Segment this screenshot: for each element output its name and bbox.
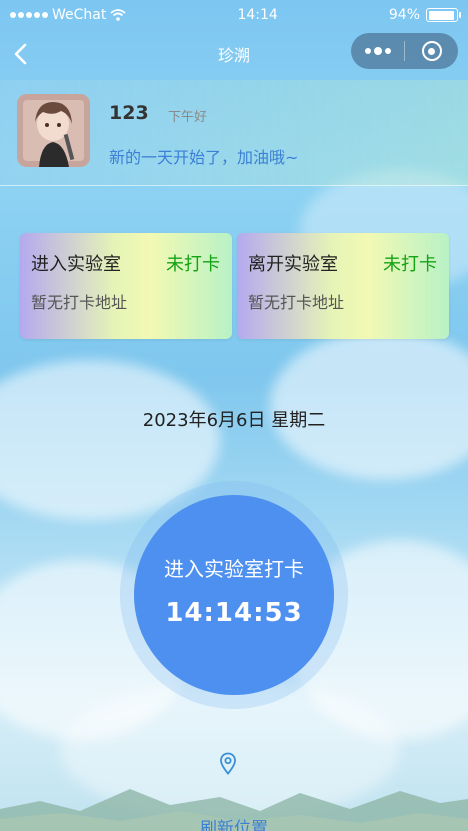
carrier-name: WeChat xyxy=(52,7,107,23)
nav-bar: 珍溯 xyxy=(0,30,468,78)
location-pin-icon[interactable] xyxy=(219,752,237,776)
punch-label: 进入实验室打卡 xyxy=(164,557,304,581)
status-time: 14:14 xyxy=(237,7,278,23)
battery-icon xyxy=(426,8,461,22)
carrier-group: WeChat xyxy=(10,7,126,23)
username: 123 xyxy=(109,102,149,124)
battery-percent: 94% xyxy=(388,7,420,23)
more-dots-icon[interactable] xyxy=(351,47,404,55)
card-address: 暂无打卡地址 xyxy=(31,293,128,312)
card-address: 暂无打卡地址 xyxy=(248,293,345,312)
signal-dots-icon xyxy=(10,12,48,18)
punch-clock: 14:14:53 xyxy=(165,598,303,628)
current-date: 2023年6月6日 星期二 xyxy=(142,410,326,431)
chevron-left-icon[interactable] xyxy=(10,42,32,66)
card-title: 进入实验室 xyxy=(31,254,121,275)
punch-in-button[interactable]: 进入实验室打卡 14:14:53 xyxy=(134,495,334,695)
greeting-text: 下午好 xyxy=(168,110,208,125)
page-title: 珍溯 xyxy=(217,46,250,65)
mini-program-capsule xyxy=(351,33,458,69)
leave-lab-card[interactable]: 离开实验室 未打卡 暂无打卡地址 xyxy=(237,233,449,339)
card-title: 离开实验室 xyxy=(248,254,338,275)
avatar[interactable] xyxy=(17,94,90,167)
enter-lab-card[interactable]: 进入实验室 未打卡 暂无打卡地址 xyxy=(20,233,232,339)
card-status: 未打卡 xyxy=(383,254,437,275)
motto-text: 新的一天开始了，加油哦~ xyxy=(109,148,299,167)
status-bar: WeChat 14:14 94% xyxy=(0,0,468,30)
target-close-icon[interactable] xyxy=(405,41,458,61)
wifi-icon xyxy=(110,9,126,21)
battery-group: 94% xyxy=(388,7,461,23)
refresh-location-link[interactable]: 刷新位置 xyxy=(0,814,468,831)
card-status: 未打卡 xyxy=(166,254,220,275)
profile-header: 123 下午好 新的一天开始了，加油哦~ xyxy=(0,80,468,186)
avatar-image xyxy=(17,94,90,167)
